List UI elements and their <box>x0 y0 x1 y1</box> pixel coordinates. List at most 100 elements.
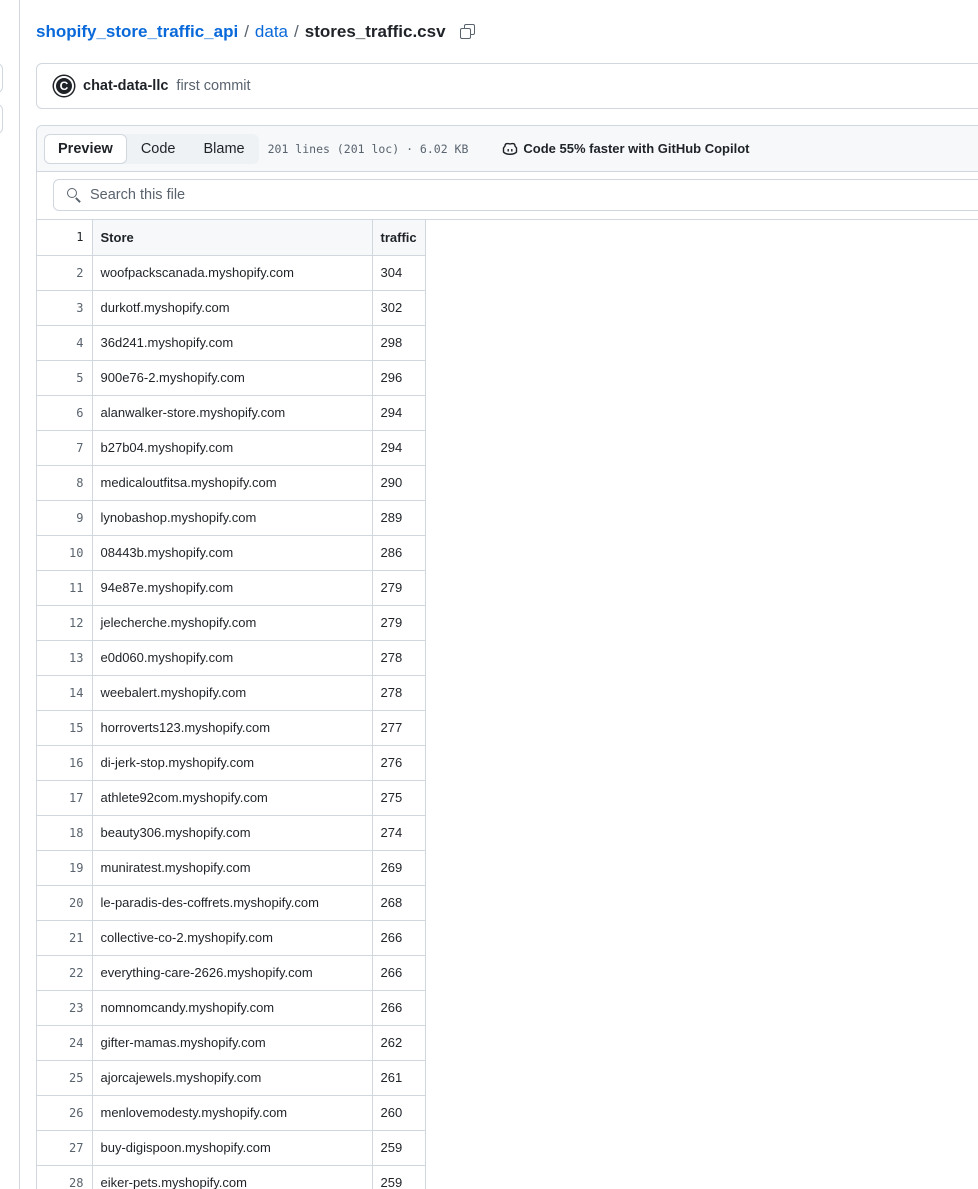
traffic-cell: 294 <box>371 429 426 466</box>
table-row: 11 94e87e.myshopify.com 279 <box>37 569 426 606</box>
line-number: 8 <box>37 464 93 500</box>
table-row: 6 alanwalker-store.myshopify.com 294 <box>37 394 426 431</box>
traffic-cell: 278 <box>371 674 426 711</box>
line-number: 24 <box>37 1024 93 1060</box>
table-row: 18 beauty306.myshopify.com 274 <box>37 814 426 851</box>
table-row: 10 08443b.myshopify.com 286 <box>37 534 426 571</box>
traffic-cell: 266 <box>371 919 426 956</box>
avatar[interactable]: C <box>54 76 74 96</box>
column-header-store: Store <box>91 220 373 256</box>
traffic-cell: 266 <box>371 954 426 991</box>
traffic-cell: 276 <box>371 744 426 781</box>
line-number: 13 <box>37 639 93 675</box>
copilot-promo-link[interactable]: Code 55% faster with GitHub Copilot <box>502 141 749 156</box>
table-row: 27 buy-digispoon.myshopify.com 259 <box>37 1129 426 1166</box>
line-number: 28 <box>37 1164 93 1189</box>
line-number: 21 <box>37 919 93 955</box>
line-number: 19 <box>37 849 93 885</box>
line-number: 20 <box>37 884 93 920</box>
line-number: 11 <box>37 569 93 605</box>
line-number: 10 <box>37 534 93 570</box>
table-row: 21 collective-co-2.myshopify.com 266 <box>37 919 426 956</box>
store-cell: le-paradis-des-coffrets.myshopify.com <box>91 884 373 921</box>
traffic-cell: 268 <box>371 884 426 921</box>
tab-code[interactable]: Code <box>127 134 190 164</box>
breadcrumb-folder-link[interactable]: data <box>255 22 288 42</box>
store-cell: nomnomcandy.myshopify.com <box>91 989 373 1026</box>
table-row: 8 medicaloutfitsa.myshopify.com 290 <box>37 464 426 501</box>
table-row: 22 everything-care-2626.myshopify.com 266 <box>37 954 426 991</box>
file-size-info: 201 lines (201 loc) · 6.02 KB <box>267 141 469 156</box>
csv-table: 1 Store traffic 2 woofpackscanada.myshopi… <box>37 220 426 1189</box>
line-number: 18 <box>37 814 93 850</box>
sidebar-toggle-tab[interactable] <box>0 63 3 93</box>
table-row: 15 horroverts123.myshopify.com 277 <box>37 709 426 746</box>
store-cell: menlovemodesty.myshopify.com <box>91 1094 373 1131</box>
store-cell: b27b04.myshopify.com <box>91 429 373 466</box>
latest-commit-bar: C chat-data-llc first commit <box>36 63 978 109</box>
store-cell: buy-digispoon.myshopify.com <box>91 1129 373 1166</box>
store-cell: woofpackscanada.myshopify.com <box>91 254 373 291</box>
line-number: 3 <box>37 289 93 325</box>
line-number: 23 <box>37 989 93 1025</box>
traffic-cell: 302 <box>371 289 426 326</box>
search-input[interactable] <box>90 187 940 203</box>
commit-message-link[interactable]: first commit <box>176 78 250 94</box>
breadcrumb-repo-link[interactable]: shopify_store_traffic_api <box>36 22 238 42</box>
copilot-promo-text: Code 55% faster with GitHub Copilot <box>523 141 750 156</box>
copilot-icon <box>502 142 518 156</box>
line-number: 15 <box>37 709 93 745</box>
sidebar-toggle-tab[interactable] <box>0 104 3 134</box>
line-number: 14 <box>37 674 93 710</box>
store-cell: athlete92com.myshopify.com <box>91 779 373 816</box>
table-row: 9 lynobashop.myshopify.com 289 <box>37 499 426 536</box>
table-row: 4 36d241.myshopify.com 298 <box>37 324 426 361</box>
traffic-cell: 275 <box>371 779 426 816</box>
table-row: 12 jelecherche.myshopify.com 279 <box>37 604 426 641</box>
traffic-cell: 279 <box>371 569 426 606</box>
left-sidebar-edge <box>0 0 20 1189</box>
store-cell: di-jerk-stop.myshopify.com <box>91 744 373 781</box>
line-number: 17 <box>37 779 93 815</box>
table-row: 17 athlete92com.myshopify.com 275 <box>37 779 426 816</box>
table-row: 26 menlovemodesty.myshopify.com 260 <box>37 1094 426 1131</box>
traffic-cell: 286 <box>371 534 426 571</box>
view-mode-switcher: Preview Code Blame <box>44 133 259 164</box>
traffic-cell: 259 <box>371 1129 426 1166</box>
store-cell: collective-co-2.myshopify.com <box>91 919 373 956</box>
line-number: 9 <box>37 499 93 535</box>
traffic-cell: 261 <box>371 1059 426 1096</box>
traffic-cell: 277 <box>371 709 426 746</box>
file-header: Preview Code Blame 201 lines (201 loc) ·… <box>37 126 978 172</box>
store-cell: 36d241.myshopify.com <box>91 324 373 361</box>
tab-preview[interactable]: Preview <box>44 133 127 164</box>
table-row: 14 weebalert.myshopify.com 278 <box>37 674 426 711</box>
line-number: 26 <box>37 1094 93 1130</box>
traffic-cell: 290 <box>371 464 426 501</box>
line-number: 1 <box>37 220 93 255</box>
tab-blame[interactable]: Blame <box>190 134 259 164</box>
table-row: 2 woofpackscanada.myshopify.com 304 <box>37 254 426 291</box>
store-cell: muniratest.myshopify.com <box>91 849 373 886</box>
traffic-cell: 278 <box>371 639 426 676</box>
table-row: 5 900e76-2.myshopify.com 296 <box>37 359 426 396</box>
breadcrumb-separator: / <box>294 22 299 41</box>
traffic-cell: 259 <box>371 1164 426 1189</box>
column-header-traffic: traffic <box>371 220 426 256</box>
store-cell: everything-care-2626.myshopify.com <box>91 954 373 991</box>
store-cell: gifter-mamas.myshopify.com <box>91 1024 373 1061</box>
store-cell: durkotf.myshopify.com <box>91 289 373 326</box>
traffic-cell: 296 <box>371 359 426 396</box>
commit-author-link[interactable]: chat-data-llc <box>83 78 168 94</box>
store-cell: medicaloutfitsa.myshopify.com <box>91 464 373 501</box>
store-cell: e0d060.myshopify.com <box>91 639 373 676</box>
traffic-cell: 266 <box>371 989 426 1026</box>
traffic-cell: 274 <box>371 814 426 851</box>
search-bar-row <box>37 172 978 220</box>
table-row: 23 nomnomcandy.myshopify.com 266 <box>37 989 426 1026</box>
line-number: 12 <box>37 604 93 640</box>
line-number: 22 <box>37 954 93 990</box>
store-cell: beauty306.myshopify.com <box>91 814 373 851</box>
copy-icon[interactable] <box>459 24 476 40</box>
traffic-cell: 262 <box>371 1024 426 1061</box>
